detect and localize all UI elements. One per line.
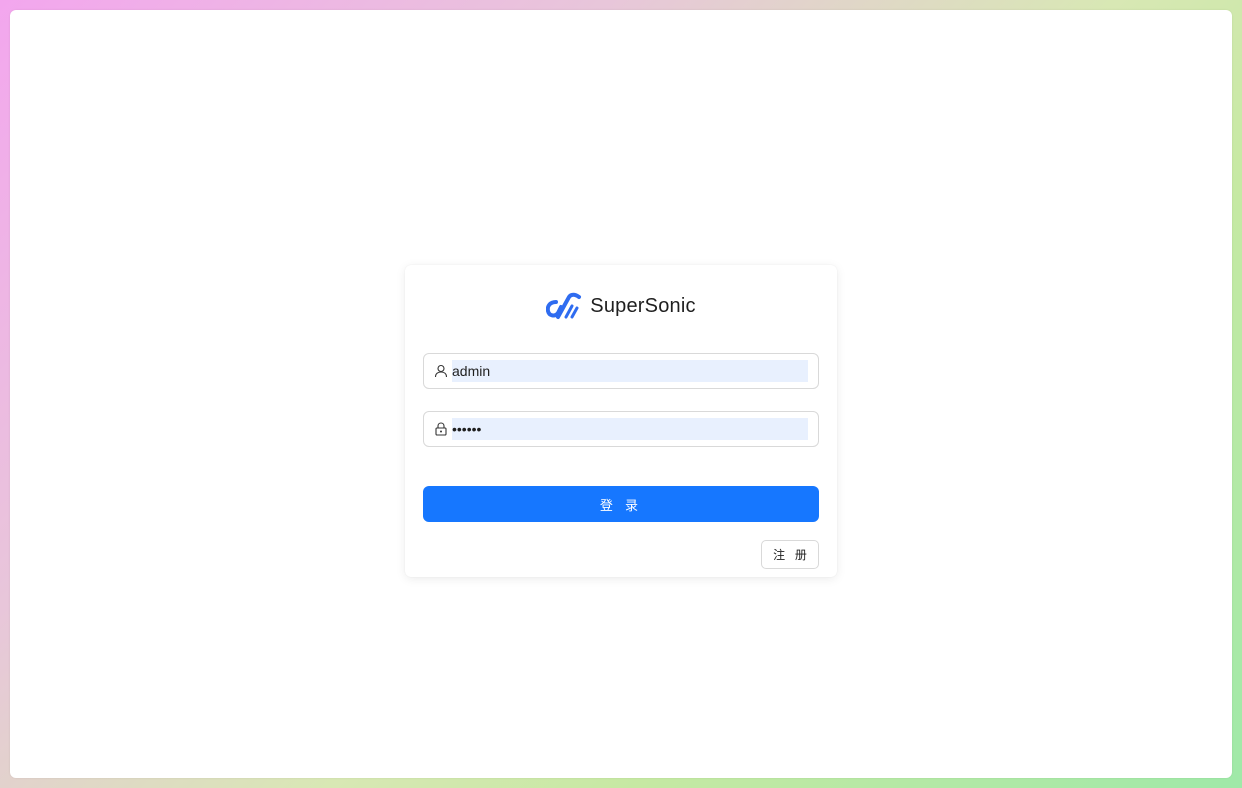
user-icon — [434, 364, 448, 378]
browser-window: SuperSonic 登 录 注 册 — [10, 10, 1232, 778]
password-input[interactable] — [452, 418, 808, 440]
username-input[interactable] — [452, 360, 808, 382]
register-button[interactable]: 注 册 — [761, 540, 819, 569]
login-button[interactable]: 登 录 — [423, 486, 819, 522]
brand-header: SuperSonic — [405, 291, 837, 321]
password-field[interactable] — [423, 411, 819, 447]
login-card: SuperSonic 登 录 注 册 — [405, 265, 837, 577]
supersonic-logo-icon — [546, 292, 582, 319]
username-field[interactable] — [423, 353, 819, 389]
lock-icon — [434, 422, 448, 436]
brand-name: SuperSonic — [590, 294, 696, 317]
